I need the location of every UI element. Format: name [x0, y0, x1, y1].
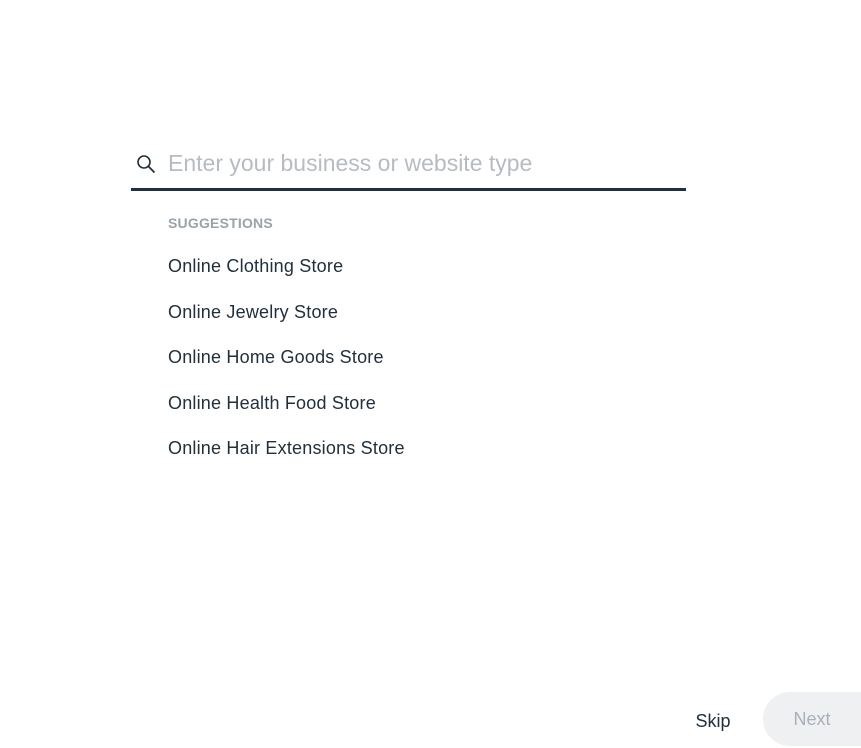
suggestion-online-hair-extensions-store[interactable]: Online Hair Extensions Store: [168, 436, 688, 460]
suggestions-title: SUGGESTIONS: [168, 215, 273, 231]
business-type-page: SUGGESTIONS Online Clothing Store Online…: [0, 0, 861, 748]
skip-button[interactable]: Skip: [682, 700, 744, 740]
next-button[interactable]: Next: [763, 692, 861, 746]
search-icon: [136, 154, 156, 174]
suggestion-online-home-goods-store[interactable]: Online Home Goods Store: [168, 345, 688, 369]
search-input[interactable]: [168, 146, 678, 180]
suggestion-online-jewelry-store[interactable]: Online Jewelry Store: [168, 300, 688, 324]
search-bar: [131, 140, 686, 191]
suggestion-online-health-food-store[interactable]: Online Health Food Store: [168, 391, 688, 415]
suggestions-list: SUGGESTIONS Online Clothing Store Online…: [168, 212, 688, 482]
suggestion-online-clothing-store[interactable]: Online Clothing Store: [168, 254, 688, 278]
